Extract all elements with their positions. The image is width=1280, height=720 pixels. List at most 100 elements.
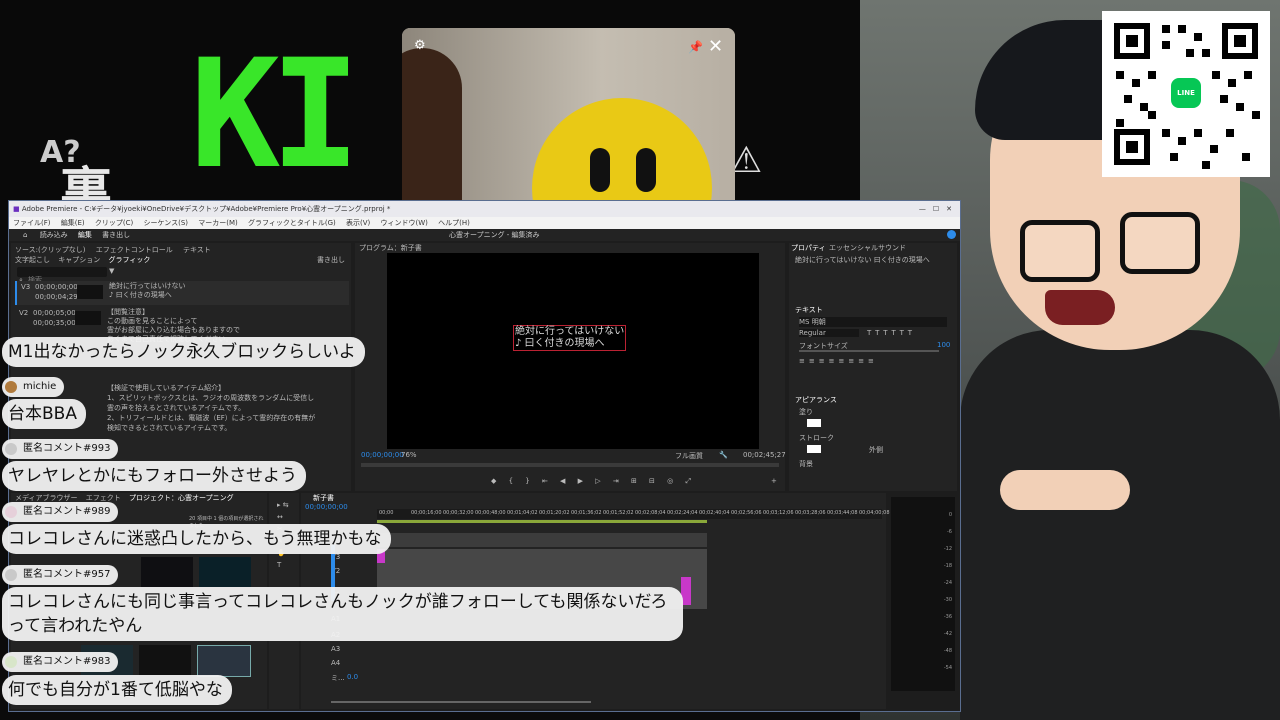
subtab-transcript[interactable]: 文字起こし (15, 256, 50, 264)
avatar-mouth (1045, 290, 1115, 325)
ruler-tick: 00;02;24;04 (667, 510, 698, 516)
transport-controls[interactable]: ◆ { } ⇤ ◀ ▶ ▷ ⇥ ⊞ ⊟ ◎ ⤢ (491, 477, 696, 486)
tab-effects[interactable]: エフェクト (86, 494, 121, 502)
home-icon[interactable]: ⌂ (23, 231, 27, 239)
green-title-text: KI (190, 40, 361, 190)
mix-value[interactable]: 0.0 (347, 673, 358, 681)
quality-select[interactable]: フル画質 (675, 451, 703, 461)
tab-source[interactable]: ソース:(クリップなし) (15, 246, 85, 254)
tab-text[interactable]: テキスト (183, 246, 211, 254)
qr-finder (1114, 23, 1150, 59)
tab-effect-controls[interactable]: エフェクトコントロール (96, 246, 173, 254)
caption-tc-out: 00;00;35;00 (33, 319, 76, 327)
avatar-glasses-lens (1020, 220, 1100, 282)
avatar-pointing-hand (1000, 470, 1130, 510)
window-title: Adobe Premiere - C:¥データ¥jyoeki¥OneDrive¥… (21, 205, 391, 213)
meter-tick: -42 (943, 631, 952, 637)
tab-edit[interactable]: 編集 (78, 231, 92, 239)
stroke-color-swatch[interactable] (807, 445, 821, 453)
subtab-graphics[interactable]: グラフィック (108, 256, 150, 264)
font-size-value[interactable]: 100 (937, 341, 950, 349)
tab-properties[interactable]: プロパティ (791, 243, 826, 253)
smiley-eye (590, 148, 610, 192)
program-video-frame: 絶対に行ってはいけない ♪ 曰く付きの現場へ (387, 253, 759, 449)
track-label[interactable]: ミ... (331, 673, 345, 683)
playhead-scrubber[interactable] (361, 463, 779, 467)
caption-tc-out: 00;00;04;29 (35, 293, 78, 301)
ruler-tick: 00;02;40;04 (699, 510, 730, 516)
user-avatar-icon (5, 381, 17, 393)
project-thumbnail[interactable] (197, 645, 251, 677)
filter-icon[interactable]: ▼ (109, 267, 114, 275)
font-select[interactable]: MS 明朝 (799, 317, 947, 327)
line-qr-code[interactable]: LINE (1102, 11, 1270, 177)
ruler-tick: 00;00 (379, 510, 394, 516)
alignment-buttons[interactable]: ≡≡≡≡≡≡≡≡ (799, 357, 878, 365)
project-title: 心霊オープニング - 編集済み (449, 231, 540, 239)
tab-essential-sound[interactable]: エッセンシャルサウンド (829, 243, 906, 253)
ruler-tick: 00;03;12;06 (763, 510, 794, 516)
fill-color-swatch[interactable] (807, 419, 821, 427)
gear-icon[interactable]: ⚙ (414, 38, 426, 53)
current-timecode[interactable]: 00;00;00;00 (361, 451, 404, 459)
chat-username-text: 匿名コメント#957 (23, 569, 111, 580)
chat-username-text: michie (23, 381, 57, 392)
tab-media-browser[interactable]: メディアブラウザー (15, 494, 78, 502)
text-format-buttons[interactable]: TTTTTT (867, 329, 916, 337)
project-thumbnail[interactable] (141, 557, 193, 587)
pin-icon[interactable]: 📌 (688, 40, 703, 54)
tab-import[interactable]: 読み込み (40, 231, 68, 239)
video-caption: 絶対に行ってはいけない ♪ 曰く付きの現場へ (513, 325, 627, 351)
menu-marker[interactable]: マーカー(M) (198, 219, 238, 227)
menu-view[interactable]: 表示(V) (346, 219, 370, 227)
text-layer-preview[interactable]: 絶対に行ってはいけない 曰く付きの現場へ (795, 255, 945, 265)
search-input[interactable]: ⌕ 検索 (17, 267, 107, 284)
chat-message: コレコレさんに迷惑凸したから、もう無理かもな (2, 524, 391, 554)
work-area-bar[interactable] (377, 520, 707, 523)
subtab-captions[interactable]: キャプション (58, 256, 100, 264)
menu-file[interactable]: ファイル(F) (13, 219, 51, 227)
timeline-scrollbar[interactable] (331, 701, 591, 703)
chat-username: michie (2, 377, 65, 397)
font-size-slider[interactable] (799, 350, 939, 352)
timeline-timecode[interactable]: 00;00;00;00 (305, 503, 348, 511)
export-label[interactable]: 書き出し (317, 255, 345, 265)
track-label[interactable]: A3 (331, 645, 340, 653)
menu-clip[interactable]: クリップ(C) (95, 219, 133, 227)
stroke-mode-select[interactable]: 外側 (869, 445, 883, 455)
project-thumbnail[interactable] (199, 557, 251, 587)
track-label[interactable]: A4 (331, 659, 340, 667)
program-monitor: プログラム：新子書 絶対に行ってはいけない ♪ 曰く付きの現場へ 00;00;0… (355, 243, 786, 491)
caption-row[interactable]: V3 00;00;00;00 00;00;04;29 絶対に行ってはいけない ♪… (15, 281, 349, 305)
menu-sequence[interactable]: シーケンス(S) (143, 219, 188, 227)
chat-message: ヤレヤレとかにもフォロー外させよう (2, 461, 306, 491)
wrench-icon[interactable]: 🔧 (719, 451, 728, 459)
font-style-select[interactable]: Regular (799, 329, 859, 337)
close-icon[interactable]: ✕ (708, 36, 723, 57)
timeline-clip[interactable] (377, 533, 707, 547)
tab-export[interactable]: 書き出し (102, 231, 130, 239)
shadow-label: 背景 (799, 460, 813, 468)
duration-timecode: 00;02;45;27 (743, 451, 786, 459)
menu-window[interactable]: ウィンドウ(W) (380, 219, 427, 227)
tab-program[interactable]: プログラム：新子書 (359, 243, 422, 253)
chat-username: 匿名コメント#983 (2, 652, 119, 672)
menu-help[interactable]: ヘルプ(H) (438, 219, 470, 227)
timeline-ruler[interactable]: 00;00 00;00;16;00 00;00;32;00 00;00;48;0… (377, 509, 890, 519)
chat-message: 台本BBA (2, 399, 86, 429)
project-thumbnail[interactable] (139, 645, 191, 675)
window-controls[interactable]: — ☐ ✕ (919, 201, 952, 217)
zoom-select[interactable]: 76% (401, 451, 417, 459)
ruler-tick: 00;00;32;00 (443, 510, 474, 516)
meter-tick: -48 (943, 648, 952, 654)
account-icon[interactable] (947, 230, 956, 239)
timeline-tab[interactable]: 新子書 (313, 493, 334, 503)
menu-edit[interactable]: 編集(E) (61, 219, 85, 227)
qr-finder (1114, 129, 1150, 165)
chat-username-text: 匿名コメント#993 (23, 443, 111, 454)
tab-project[interactable]: プロジェクト：心霊オープニング (129, 494, 234, 502)
ruler-tick: 00;01;52;02 (603, 510, 634, 516)
menu-graphics[interactable]: グラフィックとタイトル(G) (248, 219, 336, 227)
add-button-icon[interactable]: + (771, 477, 777, 485)
fill-label: 塗り (799, 408, 813, 416)
